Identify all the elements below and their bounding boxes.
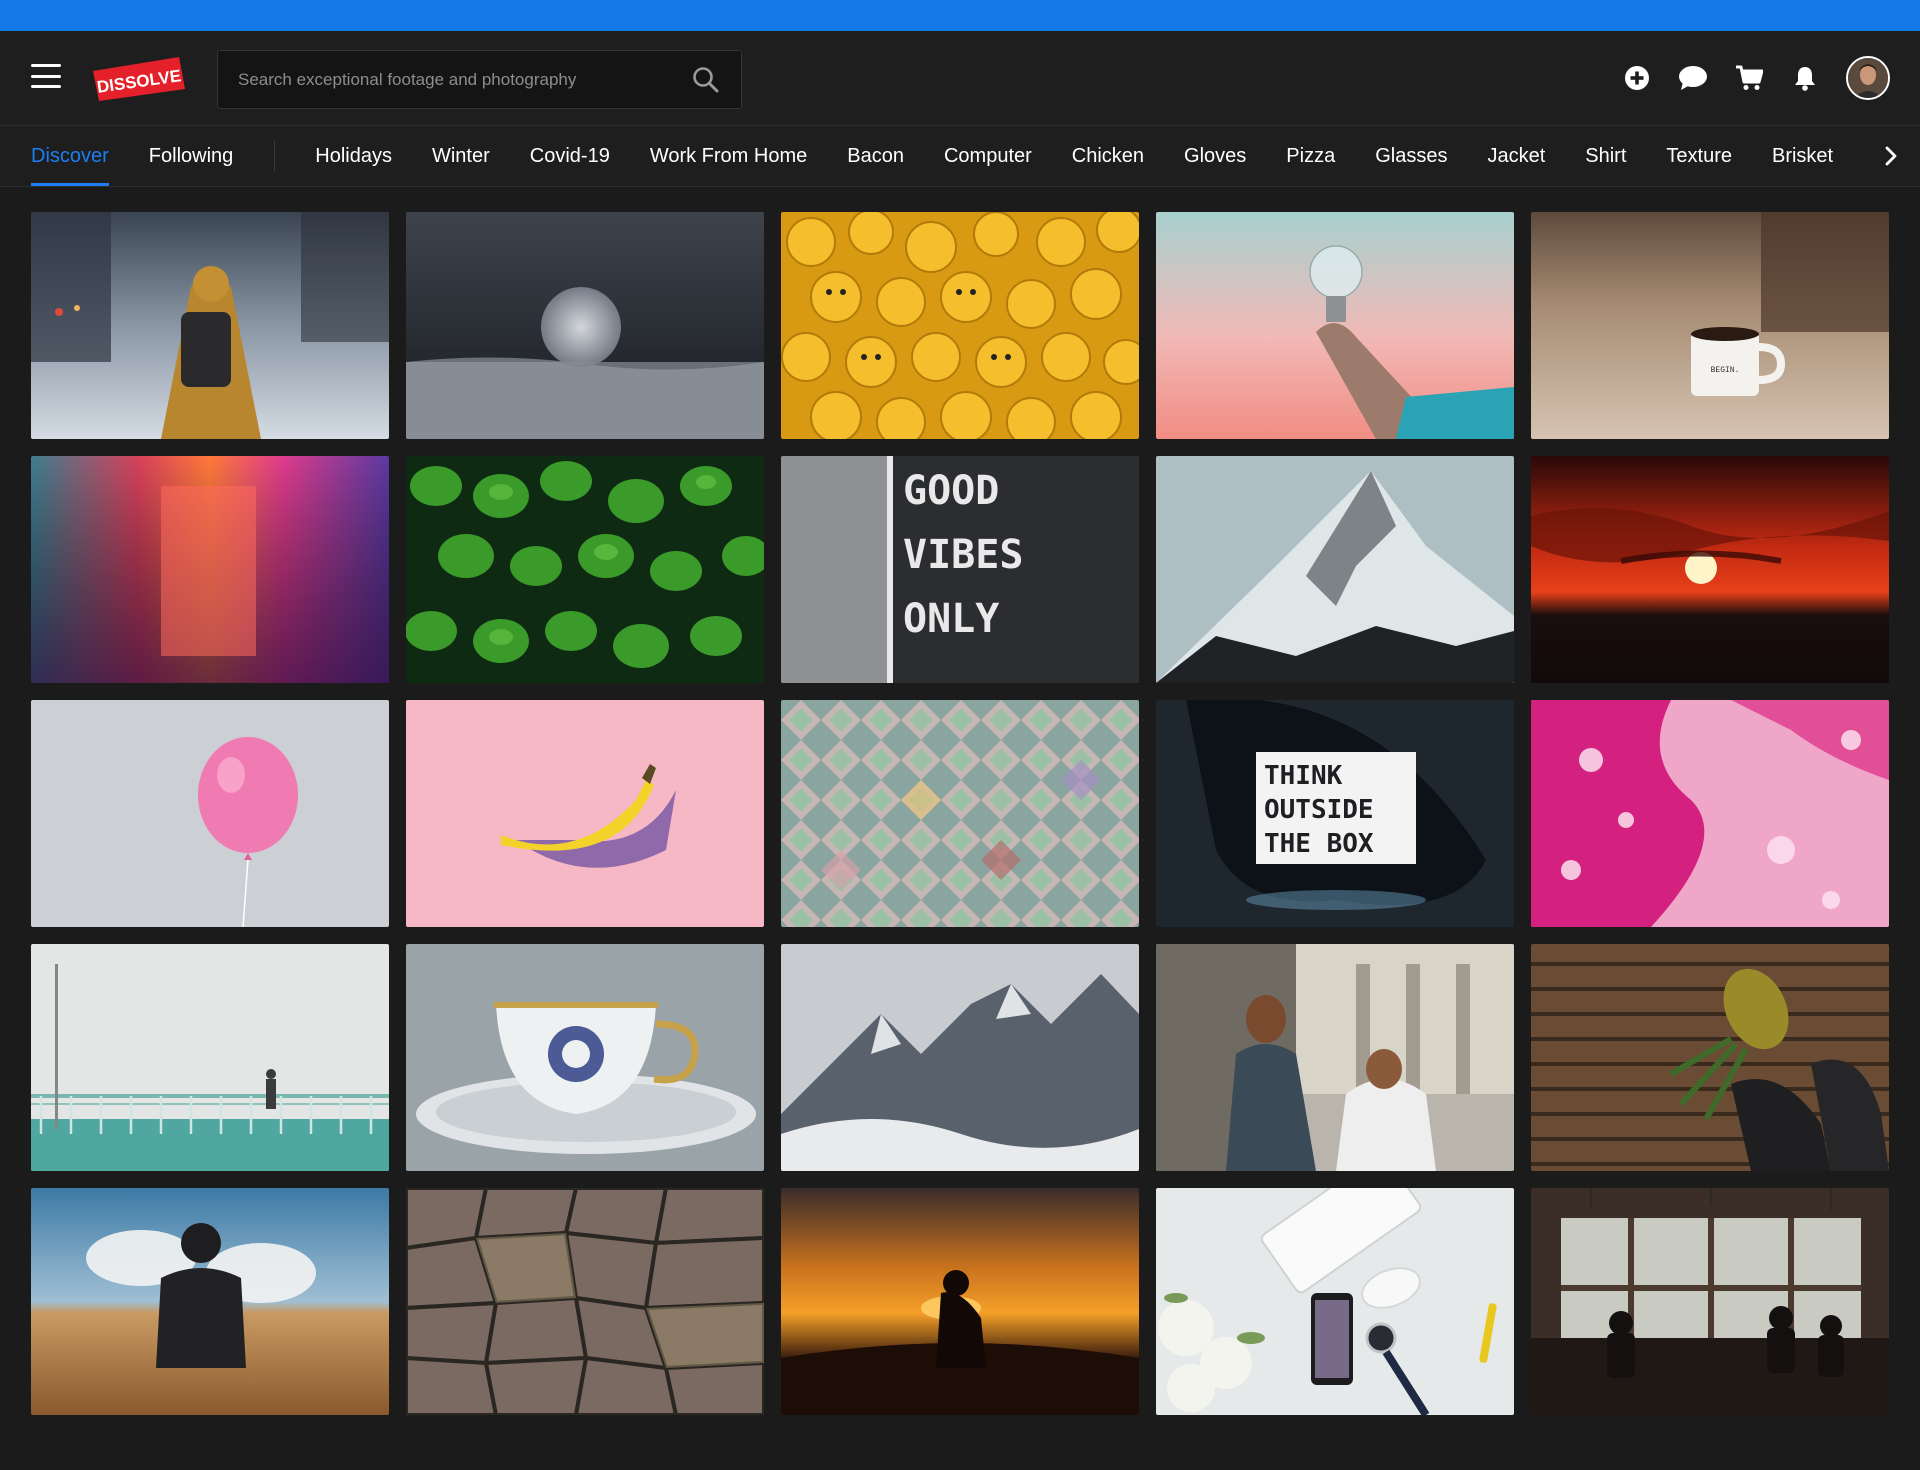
lightbox-line-2: OUTSIDE [1264,795,1374,825]
search-icon[interactable] [691,65,721,95]
search-input[interactable] [218,69,691,90]
photo-neon-hallway [31,456,389,683]
media-tile-coffee-mug[interactable]: BEGIN. [1531,212,1889,439]
avatar-image [1848,58,1888,98]
lightbox-line-1: THINK [1264,761,1343,791]
photo-banana [406,700,764,927]
media-tile-green-leaves[interactable] [406,456,764,683]
photo-powder-field [31,1188,389,1415]
tabs-scroll-right[interactable] [1840,126,1920,186]
tabs-divider [274,140,276,172]
notifications-button[interactable] [1788,61,1822,95]
media-tile-lightbox-sign[interactable]: THINK OUTSIDE THE BOX [1156,700,1514,927]
tab-chicken[interactable]: Chicken [1072,126,1144,186]
media-tile-powder-field[interactable] [31,1188,389,1415]
cart-button[interactable] [1732,61,1766,95]
photo-snowy-street [31,212,389,439]
media-tile-teacup[interactable] [406,944,764,1171]
media-tile-snowy-peak[interactable] [1156,456,1514,683]
photo-pink-balloon [31,700,389,927]
media-tile-pink-marble[interactable] [1531,700,1889,927]
tab-covid-19[interactable]: Covid-19 [530,126,610,186]
letterboard-line-2: VIBES [903,532,1023,578]
media-tile-street-barber[interactable] [1156,944,1514,1171]
media-grid: BEGIN. GOOD VIBES ONLY THINK OUTSIDE THE… [31,212,1889,1415]
photo-lego-heads [781,212,1139,439]
tab-shirt[interactable]: Shirt [1585,126,1626,186]
tab-gloves[interactable]: Gloves [1184,126,1246,186]
photo-sunset-silhouette [781,1188,1139,1415]
letterboard-line-1: GOOD [903,468,999,514]
photo-street-barber [1156,944,1514,1171]
media-tile-pink-balloon[interactable] [31,700,389,927]
messages-button[interactable] [1676,61,1710,95]
tab-texture[interactable]: Texture [1666,126,1732,186]
photo-pink-marble [1531,700,1889,927]
photo-green-leaves [406,456,764,683]
photo-frozen-bubble [406,212,764,439]
media-tile-bridge-walker[interactable] [31,944,389,1171]
photo-lightbulb [1156,212,1514,439]
tab-bacon[interactable]: Bacon [847,126,904,186]
photo-misty-mountains [781,944,1139,1171]
tab-computer[interactable]: Computer [944,126,1032,186]
tab-following[interactable]: Following [149,126,233,186]
photo-red-sunset [1531,456,1889,683]
media-tile-lightbulb-hand[interactable] [1156,212,1514,439]
media-tile-stone-wall[interactable] [406,1188,764,1415]
media-tile-banana[interactable] [406,700,764,927]
media-tile-red-sunset[interactable] [1531,456,1889,683]
add-button[interactable] [1620,61,1654,95]
media-tile-frozen-bubble[interactable] [406,212,764,439]
header-actions [1598,56,1890,100]
photo-desk-flatlay [1156,1188,1514,1415]
mug-text: BEGIN. [1711,366,1740,375]
photo-colorful-tiles [781,700,1139,927]
tab-winter[interactable]: Winter [432,126,490,186]
plus-circle-icon [1625,66,1649,90]
menu-icon[interactable] [31,64,61,88]
tab-pizza[interactable]: Pizza [1286,126,1335,186]
media-tile-misty-mountains[interactable] [781,944,1139,1171]
tab-jacket[interactable]: Jacket [1487,126,1545,186]
lightbox-line-3: THE BOX [1264,829,1374,859]
media-tile-snowy-walker[interactable] [31,212,389,439]
letterboard-line-3: ONLY [903,596,999,642]
chevron-right-icon [1885,146,1897,166]
tab-holidays[interactable]: Holidays [315,126,392,186]
site-header: DISSOLVE [0,31,1920,126]
media-tile-pineapple-shoes[interactable] [1531,944,1889,1171]
photo-lightbox-sign: THINK OUTSIDE THE BOX [1156,700,1514,927]
tab-brisket[interactable]: Brisket [1772,126,1833,186]
photo-pineapple-shoes [1531,944,1889,1171]
media-tile-good-vibes-board[interactable]: GOOD VIBES ONLY [781,456,1139,683]
photo-letterboard: GOOD VIBES ONLY [781,456,1139,683]
user-avatar[interactable] [1846,56,1890,100]
top-accent-bar [0,0,1920,31]
tab-discover[interactable]: Discover [31,126,109,186]
photo-bridge-walker [31,944,389,1171]
bell-icon [1795,67,1815,91]
tab-glasses[interactable]: Glasses [1375,126,1447,186]
chat-icon [1679,66,1707,90]
photo-snowy-peak [1156,456,1514,683]
media-tile-neon-hallway[interactable] [31,456,389,683]
tab-work-from-home[interactable]: Work From Home [650,126,807,186]
photo-stone-wall [406,1188,764,1415]
media-tile-lego-heads[interactable] [781,212,1139,439]
cart-icon [1736,65,1763,90]
photo-coffee-mug: BEGIN. [1531,212,1889,439]
media-tile-sunset-silhouette[interactable] [781,1188,1139,1415]
media-tile-desk-flatlay[interactable] [1156,1188,1514,1415]
dissolve-logo[interactable]: DISSOLVE [93,57,185,101]
media-tile-colorful-tiles[interactable] [781,700,1139,927]
category-tabs: Discover Following Holidays Winter Covid… [0,126,1920,187]
media-tile-cafe-interior[interactable] [1531,1188,1889,1415]
photo-cafe-interior [1531,1188,1889,1415]
search-box[interactable] [217,50,742,109]
photo-teacup [406,944,764,1171]
